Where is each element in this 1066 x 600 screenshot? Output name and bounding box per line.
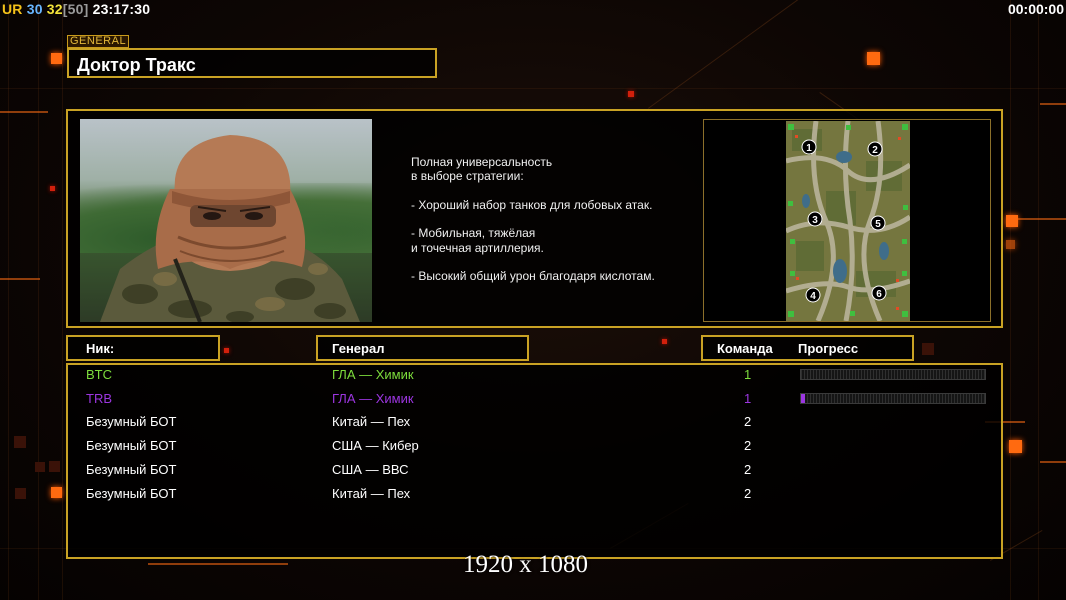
svg-text:1: 1 [806, 143, 812, 154]
description-line [411, 212, 655, 226]
loading-progress-bar [800, 369, 986, 380]
player-nick: Безумный БОТ [86, 462, 177, 477]
general-name: Доктор Тракс [77, 55, 196, 75]
general-portrait [80, 119, 372, 322]
svg-text:2: 2 [872, 145, 878, 156]
player-team: 2 [744, 414, 752, 429]
description-line: - Хороший набор танков для лобовых атак. [411, 197, 653, 212]
player-nick: Безумный БОТ [86, 438, 177, 453]
player-nick: Безумный БОТ [86, 486, 177, 501]
player-nick: BTC [86, 367, 112, 382]
player-general: Китай — Пех [332, 486, 411, 501]
column-header-nick: Ник: [66, 335, 220, 361]
description-line: - Высокий общий урон благодаря кислотам. [411, 269, 655, 284]
player-general: США — ВВС [332, 462, 409, 477]
map-preview-frame: 1 2 3 5 4 6 [703, 119, 991, 322]
loading-progress-bar [800, 393, 986, 404]
player-row: BTC ГЛА — Химик 1 [68, 365, 1001, 385]
column-header-general: Генерал [316, 335, 529, 361]
ur-label: UR [2, 1, 23, 17]
player-row: TRB ГЛА — Химик 1 [68, 389, 1001, 409]
description-line: и точечная артиллерия. [411, 240, 544, 255]
start-marker: 1 [801, 139, 817, 155]
general-info-panel: Полная универсальность в выборе стратеги… [66, 109, 1003, 328]
hud-stats: UR 30 32[50] 23:17:30 [2, 1, 150, 17]
description-line: Полная универсальность [411, 155, 553, 169]
clock: 23:17:30 [92, 1, 151, 17]
stat-c: [50] [62, 1, 89, 17]
column-header-team-progress: Команда Прогресс [701, 335, 914, 361]
description-line [411, 184, 655, 198]
progress-fill [801, 394, 805, 403]
progress-header-label: Прогресс [798, 341, 859, 356]
start-marker: 5 [870, 215, 886, 231]
player-general: США — Кибер [332, 438, 419, 453]
nick-header-label: Ник: [86, 341, 115, 356]
svg-text:3: 3 [812, 215, 818, 226]
start-marker: 4 [805, 287, 821, 303]
player-general: ГЛА — Химик [332, 391, 414, 406]
description-line [411, 255, 655, 269]
match-timer: 00:00:00 [1007, 1, 1064, 17]
start-marker: 3 [807, 211, 823, 227]
player-list: BTC ГЛА — Химик 1 TRB ГЛА — Химик 1 Безу… [66, 363, 1003, 559]
player-general: Китай — Пех [332, 414, 411, 429]
player-row: Безумный БОТ Китай — Пех 2 [68, 484, 1001, 504]
svg-text:5: 5 [875, 219, 881, 230]
player-team: 2 [744, 462, 752, 477]
start-marker: 2 [867, 141, 883, 157]
start-marker: 6 [871, 285, 887, 301]
player-row: Безумный БОТ США — ВВС 2 [68, 460, 1001, 480]
general-tag: GENERAL [67, 35, 130, 48]
svg-text:6: 6 [876, 289, 882, 300]
player-row: Безумный БОТ США — Кибер 2 [68, 436, 1001, 456]
player-general: ГЛА — Химик [332, 367, 414, 382]
general-description: Полная универсальность в выборе стратеги… [411, 155, 655, 284]
start-positions: 1 2 3 5 4 6 [801, 139, 887, 303]
stat-b: 32 [46, 1, 63, 17]
player-team: 1 [744, 367, 752, 382]
svg-text:4: 4 [810, 291, 816, 302]
player-team: 2 [744, 486, 752, 501]
stat-a: 30 [26, 1, 43, 17]
team-header-label: Команда [717, 341, 773, 356]
player-row: Безумный БОТ Китай — Пех 2 [68, 412, 1001, 432]
general-header-label: Генерал [332, 341, 385, 356]
player-team: 1 [744, 391, 752, 406]
resolution-caption: 1920 x 1080 [463, 551, 588, 578]
player-team: 2 [744, 438, 752, 453]
description-line: в выборе стратегии: [411, 169, 524, 184]
description-line: - Мобильная, тяжёлая [411, 226, 536, 241]
player-nick: Безумный БОТ [86, 414, 177, 429]
general-title-box: Доктор Тракс [67, 48, 437, 78]
player-nick: TRB [86, 391, 112, 406]
